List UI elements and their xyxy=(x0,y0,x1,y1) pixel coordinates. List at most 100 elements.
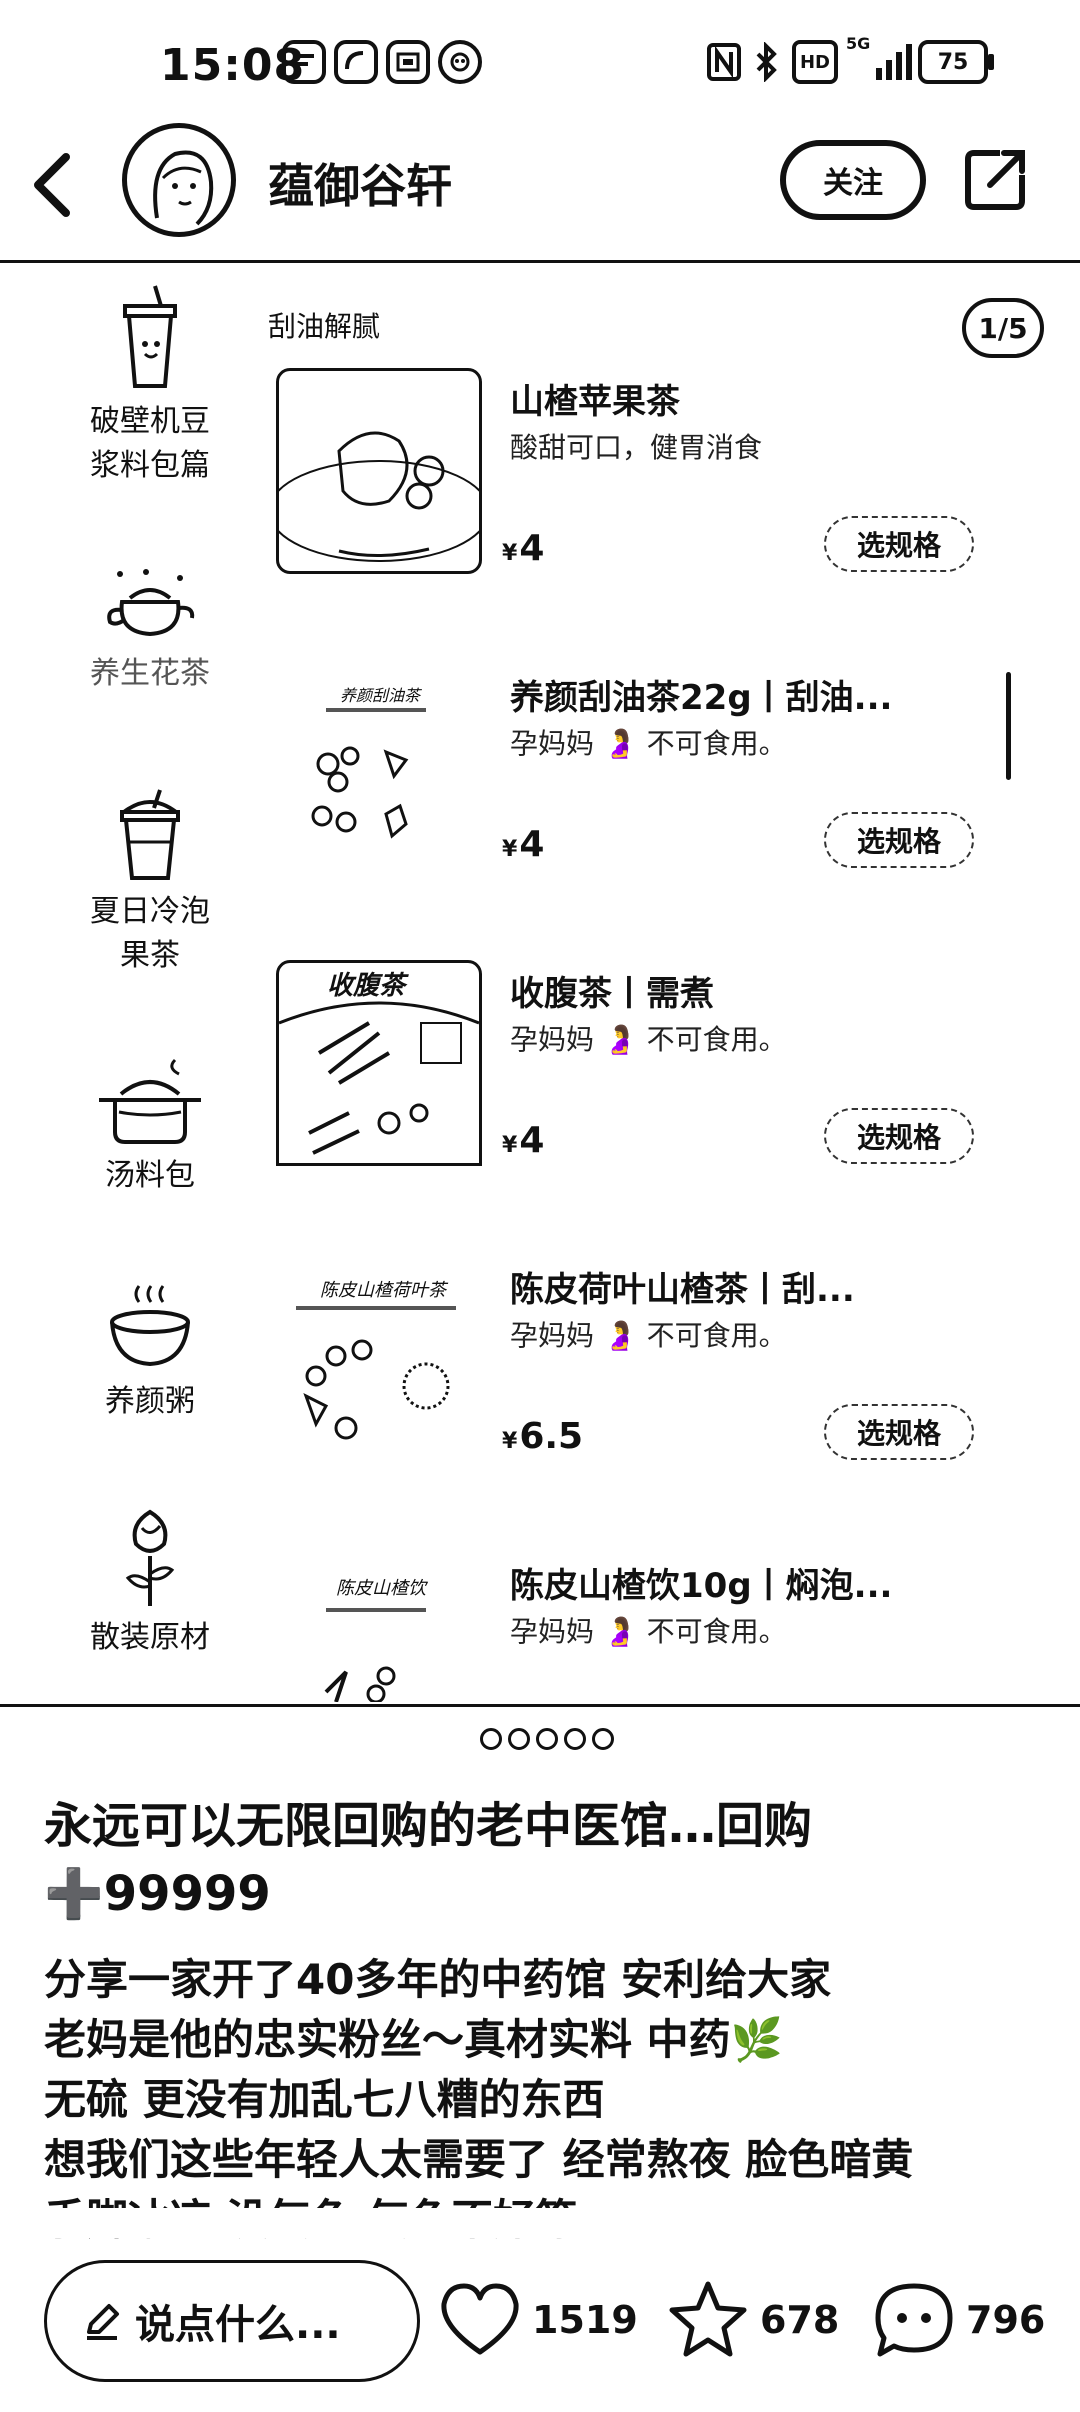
sidebar-item-porridge[interactable]: 养颜粥 xyxy=(60,1282,240,1424)
like-button[interactable]: 1519 xyxy=(438,2270,638,2370)
chat-bubble-icon xyxy=(875,2283,953,2357)
sidebar-label: 破壁机豆 浆料包篇 xyxy=(90,404,210,483)
price-value: 4 xyxy=(519,824,545,865)
pot-icon xyxy=(99,1058,201,1144)
product-name: 山楂苹果茶 xyxy=(510,382,680,422)
sidebar-item-raw-materials[interactable]: 散装原材 xyxy=(60,1508,240,1660)
sidebar-item-flower-tea[interactable]: 养生花茶 xyxy=(60,568,240,696)
select-spec-button[interactable]: 选规格 xyxy=(824,812,974,868)
product-image: 养颜刮油茶 xyxy=(276,664,482,870)
post-title-line: ➕99999 xyxy=(44,1866,271,1922)
cup-icon xyxy=(123,285,177,388)
select-spec-button[interactable]: 选规格 xyxy=(824,1404,974,1460)
product-item[interactable]: 养颜刮油茶 养颜刮油茶22g丨刮油... 孕妈妈 🤰 不可食用。 ¥4 选规格 xyxy=(276,664,1056,879)
bowl-icon xyxy=(110,1285,190,1367)
post-body: 分享一家开了40多年的中药馆 安利给大家 老妈是他的忠实粉丝～真材实料 中药🌿 … xyxy=(44,1950,1054,2250)
comment-input[interactable]: 说点什么... xyxy=(44,2260,420,2382)
currency-symbol: ¥ xyxy=(502,541,518,566)
hd-label: HD xyxy=(799,51,830,73)
nfc-icon xyxy=(704,40,744,84)
product-desc: 酸甜可口，健胃消食 xyxy=(510,431,763,464)
text-fade xyxy=(0,2208,1080,2238)
product-desc: 孕妈妈 🤰 不可食用。 xyxy=(510,1023,787,1056)
pencil-icon xyxy=(87,2304,119,2340)
sidebar-item-cold-brew[interactable]: 夏日冷泡 果茶 xyxy=(60,788,240,978)
sidebar-label: 夏日冷泡 果茶 xyxy=(90,894,210,973)
price-value: 6.5 xyxy=(519,1416,584,1457)
post-title-line: 永远可以无限回购的老中医馆…回购 xyxy=(44,1798,813,1854)
image-bottom-divider xyxy=(0,1704,1080,1707)
product-name: 收腹茶丨需煮 xyxy=(510,974,714,1014)
post-body-line: 无硫 更没有加乱七八糟的东西 xyxy=(44,2075,605,2124)
product-image: 陈皮山楂荷叶茶 xyxy=(276,1256,482,1462)
page-indicator: 1/5 xyxy=(962,298,1044,358)
product-item[interactable]: 陈皮山楂荷叶茶 陈皮荷叶山楂茶丨刮... 孕妈妈 🤰 不可食用。 ¥6.5 选规… xyxy=(276,1256,1056,1471)
currency-symbol: ¥ xyxy=(502,1133,518,1158)
app-notification-icon xyxy=(334,40,378,84)
product-name: 陈皮荷叶山楂茶丨刮... xyxy=(510,1270,855,1310)
sidebar-label: 汤料包 xyxy=(105,1158,195,1193)
product-item[interactable]: 收腹茶 收腹茶丨需煮 孕妈妈 🤰 不可食用。 ¥4 选规格 xyxy=(276,960,1056,1175)
sidebar-label: 散装原材 xyxy=(90,1620,210,1655)
price-value: 4 xyxy=(519,1120,545,1161)
rose-icon xyxy=(125,1509,175,1606)
header-divider xyxy=(0,260,1080,263)
product-name: 养颜刮油茶22g丨刮油... xyxy=(510,678,893,718)
cold-drink-icon xyxy=(120,789,180,880)
sidebar-label: 养颜粥 xyxy=(105,1384,195,1419)
select-spec-button[interactable]: 选规格 xyxy=(824,1108,974,1164)
product-item[interactable]: 陈皮山楂饮 陈皮山楂饮10g丨焖泡... 孕妈妈 🤰 不可食用。 xyxy=(276,1552,1056,1702)
product-desc: 孕妈妈 🤰 不可食用。 xyxy=(510,727,787,760)
sidebar-label: 养生花茶 xyxy=(90,656,210,691)
post-body-line: 分享一家开了40多年的中药馆 安利给大家 xyxy=(44,1955,832,2004)
like-count: 1519 xyxy=(532,2298,638,2342)
gallery-icon xyxy=(386,40,430,84)
comment-count: 796 xyxy=(966,2298,1046,2342)
category-title: 刮油解腻 xyxy=(268,310,381,343)
sidebar-item-soy-milk[interactable]: 破壁机豆 浆料包篇 xyxy=(60,282,240,488)
product-price: ¥4 xyxy=(502,528,544,569)
message-icon xyxy=(282,40,326,84)
comment-button[interactable]: 796 xyxy=(872,2270,1045,2370)
signal-icon: 5G xyxy=(846,34,914,84)
product-price: ¥4 xyxy=(502,824,544,865)
carousel-indicator xyxy=(480,1728,614,1750)
carousel-dot[interactable] xyxy=(564,1728,586,1750)
post-body-line: 想我们这些年轻人太需要了 经常熬夜 脸色暗黄 xyxy=(44,2135,914,2184)
post-title: 永远可以无限回购的老中医馆…回购 ➕99999 xyxy=(44,1792,1044,1928)
battery-icon: 75 xyxy=(918,40,988,84)
carousel-dot[interactable] xyxy=(480,1728,502,1750)
status-bar: 15:08 HD 5G 75 xyxy=(0,0,1080,120)
list-scrollbar[interactable] xyxy=(1006,672,1011,780)
teapot-icon xyxy=(107,569,195,637)
product-name: 陈皮山楂饮10g丨焖泡... xyxy=(510,1566,893,1606)
hd-icon: HD xyxy=(792,40,838,84)
product-image xyxy=(276,368,482,574)
shop-name[interactable]: 蕴御谷轩 xyxy=(268,150,452,216)
shop-avatar[interactable] xyxy=(122,123,236,237)
carousel-dot[interactable] xyxy=(536,1728,558,1750)
bluetooth-icon xyxy=(752,40,782,84)
product-price: ¥6.5 xyxy=(502,1416,583,1457)
product-image: 陈皮山楂饮 xyxy=(276,1552,482,1702)
sidebar-item-soup[interactable]: 汤料包 xyxy=(60,1056,240,1198)
carousel-dot[interactable] xyxy=(508,1728,530,1750)
share-icon[interactable] xyxy=(960,145,1030,215)
currency-symbol: ¥ xyxy=(502,837,518,862)
comment-placeholder: 说点什么... xyxy=(135,2302,341,2348)
follow-button[interactable]: 关注 xyxy=(780,140,926,220)
heart-icon xyxy=(441,2283,519,2355)
product-image: 收腹茶 xyxy=(276,960,482,1166)
select-spec-button[interactable]: 选规格 xyxy=(824,516,974,572)
product-desc: 孕妈妈 🤰 不可食用。 xyxy=(510,1319,787,1352)
network-label: 5G xyxy=(846,34,871,53)
price-value: 4 xyxy=(519,528,545,569)
carousel-dot[interactable] xyxy=(592,1728,614,1750)
product-item[interactable]: 山楂苹果茶 酸甜可口，健胃消食 ¥4 选规格 xyxy=(276,368,1056,583)
post-body-line: 老妈是他的忠实粉丝～真材实料 中药🌿 xyxy=(44,2015,783,2064)
assistant-icon xyxy=(438,40,482,84)
product-desc: 孕妈妈 🤰 不可食用。 xyxy=(510,1615,787,1648)
back-button[interactable] xyxy=(28,145,98,225)
collect-button[interactable]: 678 xyxy=(666,2270,839,2370)
product-price: ¥4 xyxy=(502,1120,544,1161)
